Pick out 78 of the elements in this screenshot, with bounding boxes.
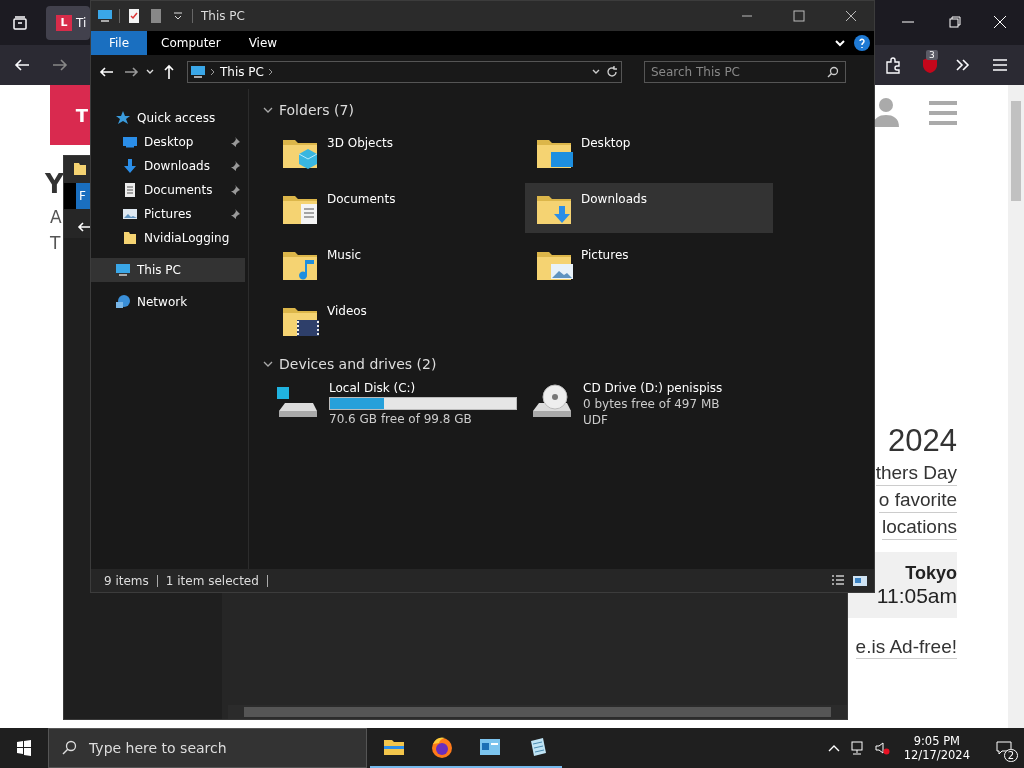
- computer-icon: [115, 262, 131, 278]
- city-time: 11:05am: [876, 583, 957, 608]
- collapse-icon[interactable]: [263, 105, 273, 115]
- drive-name[interactable]: Local Disk (C:): [329, 381, 517, 395]
- folder-item[interactable]: Documents: [271, 183, 519, 233]
- user-icon[interactable]: [872, 97, 900, 127]
- page-link[interactable]: e.is Ad-free!: [855, 636, 957, 659]
- chevron-icon[interactable]: [267, 68, 274, 76]
- item-count: 9 items: [104, 573, 149, 588]
- properties-icon[interactable]: [126, 8, 142, 24]
- drive-name[interactable]: CD Drive (D:) penispiss: [583, 381, 723, 395]
- selection-count: 1 item selected: [165, 573, 259, 588]
- puzzle-icon[interactable]: [883, 55, 903, 75]
- page-link[interactable]: locations: [882, 515, 957, 540]
- browser-app-icon[interactable]: [430, 735, 454, 759]
- ribbon-tab[interactable]: Computer: [147, 31, 235, 55]
- close-icon: [843, 8, 859, 24]
- folder-icon: [122, 230, 138, 246]
- search-icon: [61, 740, 77, 756]
- extension-badge: 3: [926, 50, 938, 60]
- chevron-icon[interactable]: [210, 68, 216, 76]
- drive-detail: 70.6 GB free of 99.8 GB: [329, 412, 473, 426]
- page-link[interactable]: o favorite: [878, 488, 957, 513]
- group-header: Devices and drives (2): [279, 356, 437, 372]
- page-text: A: [50, 207, 62, 227]
- muted-speaker-icon[interactable]: [873, 740, 890, 756]
- chevron-icon[interactable]: [834, 37, 846, 49]
- ribbon-tab[interactable]: F: [76, 183, 90, 209]
- refresh-icon[interactable]: [605, 65, 619, 79]
- site-favicon: L: [56, 14, 72, 31]
- network-icon: [115, 294, 131, 310]
- windows-icon: [16, 740, 32, 756]
- folder-item[interactable]: Pictures: [525, 239, 773, 289]
- folder-item[interactable]: Music: [271, 239, 519, 289]
- picture-icon: [122, 206, 138, 222]
- nav-item[interactable]: Network: [91, 290, 245, 314]
- scrollbar[interactable]: [1008, 85, 1024, 728]
- search-field[interactable]: Search This PC: [644, 61, 846, 83]
- help-icon[interactable]: [854, 35, 870, 51]
- taskbar-search[interactable]: Type here to search: [48, 728, 367, 768]
- clock[interactable]: 9:05 PM 12/17/2024: [897, 734, 976, 762]
- notification-button[interactable]: 2: [984, 728, 1024, 768]
- desktop-icon: [122, 134, 138, 150]
- minimize-icon: [742, 15, 752, 17]
- folder-item[interactable]: 3D Objects: [271, 127, 519, 177]
- maximize-icon: [791, 8, 807, 24]
- city-name: Tokyo: [905, 562, 957, 584]
- search-icon: [827, 66, 839, 78]
- collapse-icon[interactable]: [263, 359, 273, 369]
- download-arrow-icon: [122, 158, 138, 174]
- window-title: This PC: [201, 9, 245, 23]
- computer-icon: [190, 64, 206, 80]
- nav-item[interactable]: This PC: [91, 258, 245, 282]
- nav-item[interactable]: Pictures: [91, 202, 245, 226]
- scrollbar[interactable]: [228, 705, 847, 719]
- nav-item[interactable]: Downloads: [91, 154, 245, 178]
- page-heading: Y: [45, 169, 64, 199]
- drive-detail: 0 bytes free of 497 MB: [583, 397, 721, 411]
- browser-tab[interactable]: L Ti: [46, 5, 90, 40]
- ribbon-tab[interactable]: View: [234, 31, 292, 55]
- group-header: Folders (7): [279, 102, 354, 118]
- nav-item[interactable]: Documents: [91, 178, 245, 202]
- tab-list-icon[interactable]: [12, 14, 28, 31]
- address-bar[interactable]: This PC: [187, 61, 622, 83]
- network-icon[interactable]: [849, 740, 866, 756]
- ribbon-tab[interactable]: File: [91, 31, 147, 55]
- folder-item[interactable]: Desktop: [525, 127, 773, 177]
- star-icon: [115, 110, 131, 126]
- folder-item[interactable]: Videos: [271, 295, 519, 345]
- drive-detail: UDF: [583, 413, 609, 427]
- breadcrumb[interactable]: This PC: [220, 65, 264, 79]
- document-icon: [122, 182, 138, 198]
- computer-icon: [97, 8, 113, 24]
- folder-icon: [72, 161, 88, 177]
- folder-item[interactable]: Downloads: [525, 183, 773, 233]
- page-text: T: [50, 233, 61, 253]
- nav-item[interactable]: NvidiaLogging: [91, 226, 245, 250]
- year-text: 2024: [888, 423, 957, 459]
